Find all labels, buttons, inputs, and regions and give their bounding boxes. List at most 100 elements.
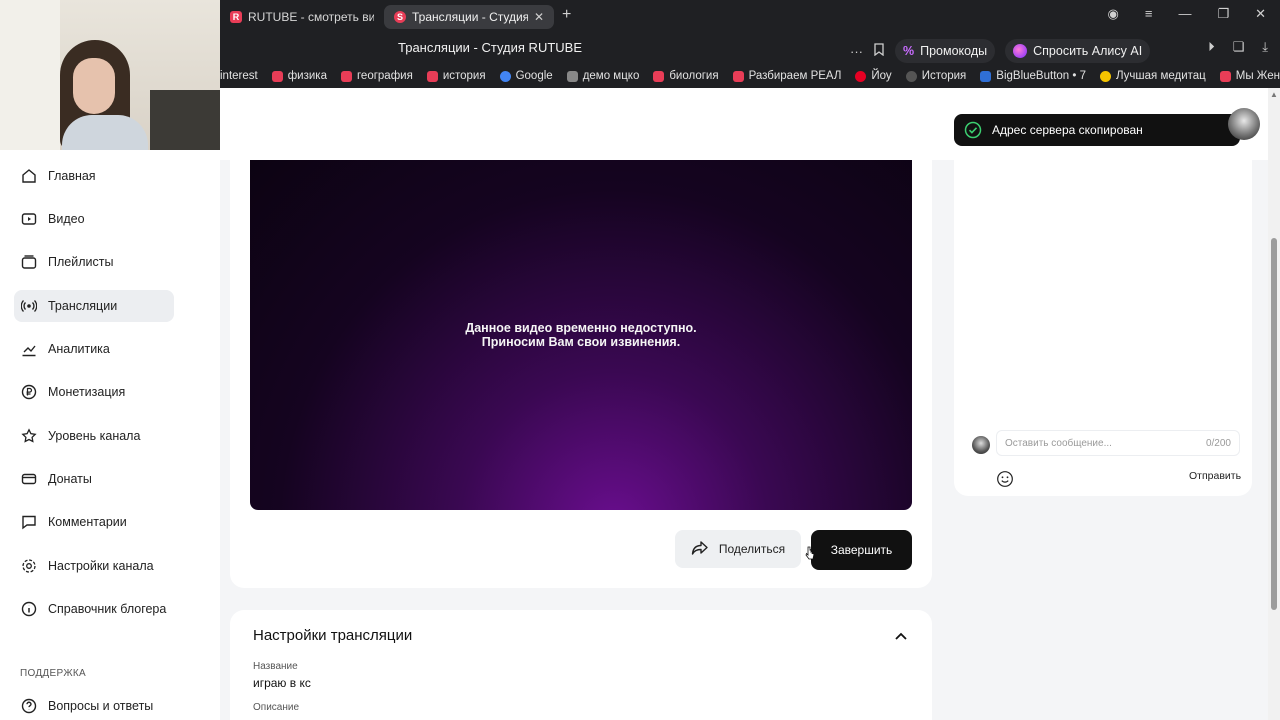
home-icon [20, 167, 38, 185]
download-icon[interactable]: ⤓ [1262, 39, 1268, 55]
promo-label: Промокоды [920, 44, 988, 58]
video-player[interactable]: Данное видео временно недоступно. Принос… [250, 160, 912, 510]
bookmark-item[interactable]: BigBlueButton • 7 [980, 70, 1086, 82]
check-circle-icon [964, 121, 982, 139]
sidebar-item-monetization[interactable]: Монетизация [14, 376, 174, 408]
stream-card: Данное видео временно недоступно. Принос… [230, 160, 932, 588]
tab-studio[interactable]: S Трансляции - Студия R ✕ [384, 4, 554, 29]
sidebar-item-label: Донаты [48, 472, 92, 486]
video-icon [20, 210, 38, 228]
sidebar-item-faq[interactable]: Вопросы и ответы [14, 690, 174, 720]
ask-alice-button[interactable]: Спросить Алису AI [1005, 39, 1151, 63]
sidebar-item-comments[interactable]: Комментарии [14, 506, 174, 538]
close-window-icon[interactable]: ✕ [1255, 6, 1266, 22]
ruble-icon [20, 383, 38, 401]
webcam-person [73, 58, 115, 114]
sidebar-item-blogger-guide[interactable]: Справочник блогера [14, 593, 174, 625]
sidebar-item-video[interactable]: Видео [14, 203, 174, 235]
bookmark-item[interactable]: Йоу [855, 70, 892, 82]
scroll-up-icon[interactable]: ▲ [1270, 90, 1278, 99]
description-label: Описание [253, 702, 300, 713]
name-value[interactable]: играю в кс [253, 676, 311, 690]
send-button[interactable]: Отправить [1189, 470, 1241, 482]
bookmark-item[interactable]: демо мцко [566, 70, 639, 82]
bookmark-item[interactable]: физика [271, 70, 327, 82]
name-label: Название [253, 661, 298, 672]
promo-button[interactable]: % Промокоды [895, 39, 996, 63]
bookmark-item[interactable]: История [905, 70, 966, 82]
comment-icon [20, 513, 38, 531]
bookmark-icon [732, 70, 744, 82]
tab-label: Трансляции - Студия R [412, 9, 528, 24]
close-tab-icon[interactable]: ✕ [534, 10, 544, 24]
share-button[interactable]: Поделиться [675, 530, 801, 568]
scrollbar-thumb[interactable] [1271, 238, 1277, 610]
menu-icon[interactable]: ≡ [1145, 6, 1153, 22]
sidebar-item-donations[interactable]: Донаты [14, 463, 174, 495]
new-tab-icon[interactable]: + [562, 6, 571, 24]
bookmark-item[interactable]: география [340, 70, 413, 82]
pinterest-icon [855, 70, 867, 82]
unavailable-message-line1: Данное видео временно недоступно. [465, 321, 697, 335]
alice-label: Спросить Алису AI [1033, 44, 1143, 58]
sidebar-item-label: Комментарии [48, 515, 127, 529]
bookmark-item[interactable]: биология [653, 70, 719, 82]
sidebar-item-channel-settings[interactable]: Настройки канала [14, 550, 174, 582]
sidebar-item-label: Монетизация [48, 385, 126, 399]
gear-icon [20, 557, 38, 575]
sidebar-item-label: Вопросы и ответы [48, 699, 154, 713]
bookmark-item[interactable]: interest [220, 70, 258, 82]
minimize-icon[interactable]: — [1178, 6, 1191, 22]
bookmark-icon [426, 70, 438, 82]
bookmark-item[interactable]: Лучшая медитац [1100, 70, 1206, 82]
bookmark-icon [1219, 70, 1231, 82]
playlist-icon [20, 253, 38, 271]
restore-icon[interactable]: ❐ [1217, 6, 1229, 22]
bookmark-icon[interactable] [873, 43, 885, 59]
stream-settings-card: Настройки трансляции Название играю в кс… [230, 610, 932, 720]
bookmark-icon [980, 70, 992, 82]
alice-icon [1013, 44, 1028, 58]
sidebar-item-playlists[interactable]: Плейлисты [14, 246, 174, 278]
google-icon [499, 70, 511, 82]
chat-panel: Оставить сообщение... 0/200 Отправить [954, 160, 1252, 496]
chat-input-placeholder: Оставить сообщение... [1005, 437, 1112, 449]
sidebar-item-home[interactable]: Главная [14, 160, 174, 192]
share-label: Поделиться [718, 542, 786, 556]
unavailable-message-line2: Приносим Вам свои извинения. [481, 335, 681, 349]
bookmark-item[interactable]: история [426, 70, 486, 82]
address-row: Трансляции - Студия RUTUBE ··· % Промоко… [220, 34, 1280, 63]
address-bar-title[interactable]: Трансляции - Студия RUTUBE [398, 40, 582, 55]
sidebar-item-channel-level[interactable]: Уровень канала [14, 420, 174, 452]
webcam-background [0, 0, 60, 150]
media-icon[interactable]: ⏵ [1208, 39, 1215, 55]
window-controls: ◉ ≡ — ❐ ✕ [1108, 6, 1267, 22]
emoji-icon[interactable] [996, 470, 1014, 488]
more-icon[interactable]: ··· [850, 44, 863, 59]
bookmark-item[interactable]: Мы Женимся [1219, 70, 1280, 82]
bookmark-icon [340, 70, 352, 82]
sidebar-item-label: Настройки канала [48, 559, 154, 573]
address-actions: ··· % Промокоды Спросить Алису AI [850, 39, 1151, 63]
chat-message-input[interactable]: Оставить сообщение... 0/200 [996, 430, 1240, 456]
profile-icon[interactable]: ◉ [1108, 6, 1119, 22]
chevron-up-icon[interactable] [894, 628, 908, 646]
question-icon [20, 697, 38, 715]
collections-icon[interactable]: ❏ [1233, 39, 1245, 55]
sidebar-item-analytics[interactable]: Аналитика [14, 333, 174, 365]
avatar[interactable] [1228, 108, 1260, 140]
sidebar-item-label: Плейлисты [48, 255, 114, 269]
bookmark-icon [566, 70, 578, 82]
main-content: Данное видео временно недоступно. Принос… [220, 88, 1268, 720]
donate-icon [20, 470, 38, 488]
bookmark-item[interactable]: Разбираем РЕАЛ [732, 70, 841, 82]
bookmark-icon [271, 70, 283, 82]
sidebar-item-label: Главная [48, 169, 96, 183]
sidebar-item-broadcasts[interactable]: Трансляции [14, 290, 174, 322]
tab-rutube[interactable]: R RUTUBE - смотреть виде [220, 5, 384, 29]
page-scrollbar[interactable]: ▲ [1268, 88, 1280, 720]
bookmarks-bar: interest физика география история Google… [220, 66, 1280, 86]
finish-button[interactable]: Завершить [811, 530, 912, 570]
bookmark-item[interactable]: Google [499, 70, 553, 82]
mouse-cursor-icon [805, 546, 815, 560]
